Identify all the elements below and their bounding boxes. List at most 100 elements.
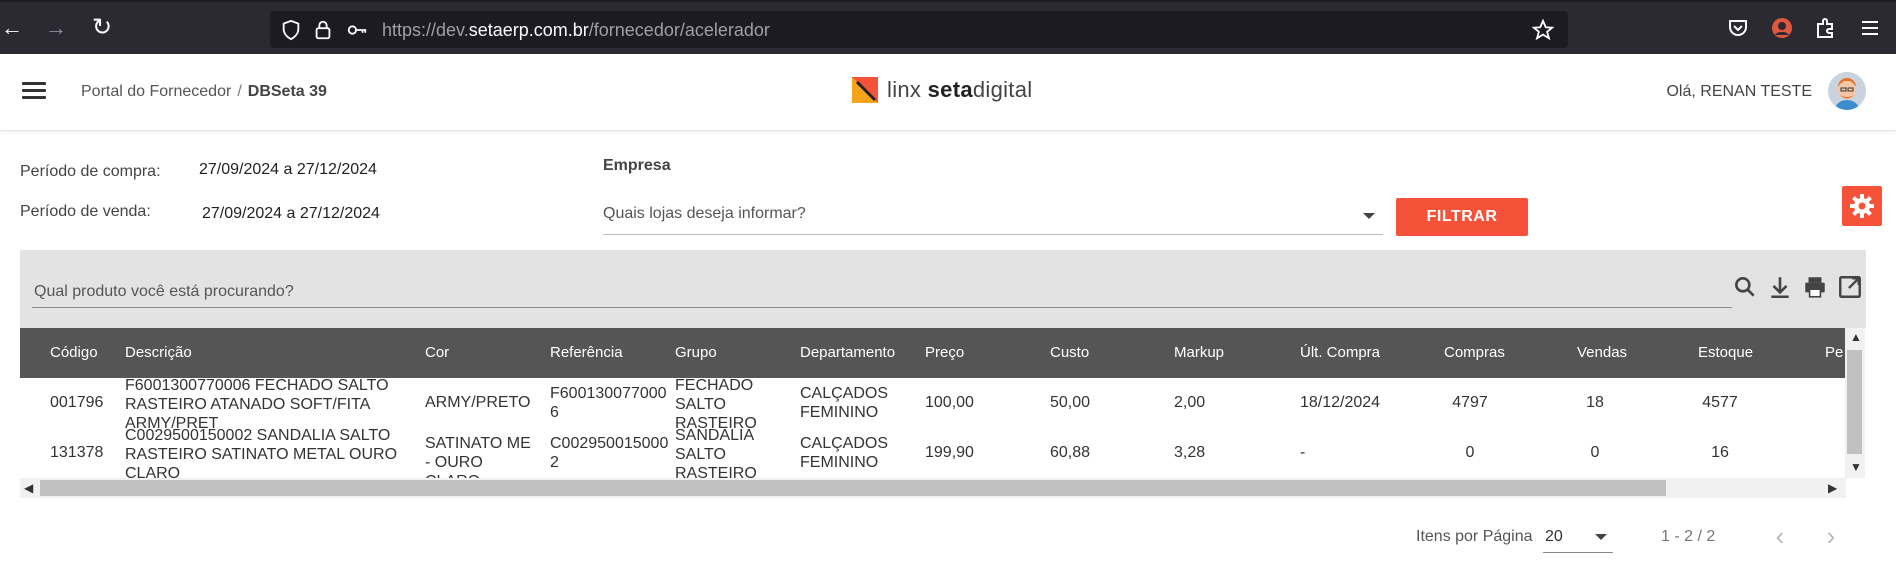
pagination-range: 1 - 2 / 2 [1661,528,1716,545]
column-header[interactable]: Grupo [675,344,717,361]
lock-icon[interactable] [312,19,334,41]
cell-referencia: F600130077000 6 [550,385,667,421]
pocket-icon[interactable] [1726,16,1750,40]
cell-markup: 2,00 [1174,394,1206,411]
cell-descricao: C0029500150002 SANDALIA SALTO RASTEIRO S… [125,427,398,478]
horizontal-scrollbar[interactable]: ◀ ▶ [20,478,1846,498]
open-external-icon[interactable] [1837,274,1863,300]
cell-ult-compra: 18/12/2024 [1300,394,1381,411]
cell-compras: 0 [1465,444,1475,461]
settings-button[interactable] [1842,186,1882,226]
cell-preco: 100,00 [925,394,974,411]
cell-descricao: F6001300770006 FECHADO SALTO RASTEIRO AT… [125,377,389,432]
menu-icon[interactable] [1858,16,1882,40]
breadcrumb-portal[interactable]: Portal do Fornecedor [81,83,231,100]
column-header[interactable]: Compras [1444,344,1505,361]
browser-toolbar: ← → ↻ https://dev.setaerp.com.br/fornece… [0,0,1896,54]
dropdown-arrow-icon [1363,213,1375,219]
app-header: Portal do Fornecedor / DBSeta 39 linx seta… [0,54,1896,131]
table-row[interactable]: 131378 C0029500150002 SANDALIA SALTO RAS… [20,427,1846,478]
items-per-page-value: 20 [1545,528,1563,545]
hamburger-menu-icon[interactable] [22,82,46,100]
purchase-period-value[interactable]: 27/09/2024 a 27/12/2024 [199,161,377,179]
breadcrumb-separator: / [237,83,242,100]
user-avatar-icon [1828,72,1866,110]
breadcrumb-current: DBSeta 39 [247,83,327,100]
column-header[interactable]: Cor [425,344,449,361]
column-header[interactable]: Código [50,344,98,361]
gear-icon [1850,194,1874,218]
scroll-left-icon[interactable]: ◀ [24,481,33,495]
next-page-icon[interactable]: › [1817,522,1845,550]
company-label: Empresa [603,157,671,174]
products-table: Código Descrição Cor Referência Grupo De… [20,328,1846,478]
user-greeting: Olá, RENAN TESTE [1666,83,1812,100]
reload-icon[interactable]: ↻ [90,16,114,40]
column-header[interactable]: Markup [1174,344,1224,361]
address-bar[interactable]: https://dev.setaerp.com.br/fornecedor/ac… [270,11,1568,48]
column-header[interactable]: Estoque [1698,344,1753,361]
cell-cor: SATINATO ME - OURO CLARO [425,435,531,478]
cell-compras: 4797 [1452,394,1488,411]
sale-period-value[interactable]: 27/09/2024 a 27/12/2024 [202,205,380,223]
column-header[interactable]: Descrição [125,344,192,361]
forward-icon[interactable]: → [44,16,68,40]
cell-estoque: 16 [1711,444,1729,461]
cell-departamento: CALÇADOS FEMININO [800,385,889,421]
cell-grupo: FECHADO SALTO RASTEIRO [675,377,757,432]
column-header[interactable]: Referência [550,344,623,361]
dropdown-arrow-icon [1595,534,1607,540]
column-header[interactable]: Preço [925,344,964,361]
scroll-up-icon[interactable]: ▲ [1850,330,1862,344]
extensions-icon[interactable] [1814,16,1838,40]
vertical-scroll-thumb[interactable] [1847,350,1862,454]
column-header[interactable]: Custo [1050,344,1089,361]
column-header[interactable]: Pe [1825,344,1843,361]
cell-grupo: SANDALIA SALTO RASTEIRO [675,427,757,478]
key-icon[interactable] [346,19,368,41]
cell-codigo: 001796 [50,394,104,411]
column-header[interactable]: Últ. Compra [1300,344,1380,361]
cell-ult-compra: - [1300,444,1306,461]
logo-text: linx setadigital [887,77,1033,102]
scroll-down-icon[interactable]: ▼ [1850,460,1862,474]
stores-select-placeholder: Quais lojas deseja informar? [603,205,806,222]
cell-vendas: 18 [1586,394,1604,411]
avatar[interactable] [1828,72,1866,110]
stores-select[interactable]: Quais lojas deseja informar? [603,197,1383,235]
account-icon[interactable] [1770,16,1794,40]
product-search-panel [20,250,1866,328]
breadcrumb: Portal do Fornecedor / DBSeta 39 [81,83,327,101]
horizontal-scroll-thumb[interactable] [40,480,1666,496]
table-row[interactable]: 001796 F6001300770006 FECHADO SALTO RAST… [20,377,1846,432]
items-per-page-select[interactable]: 20 [1543,524,1613,553]
cell-custo: 50,00 [1050,394,1091,411]
items-per-page-label: Itens por Página [1416,528,1533,545]
search-icon[interactable] [1732,274,1758,300]
back-icon[interactable]: ← [0,16,24,40]
shield-icon[interactable] [280,19,302,41]
cell-cor: ARMY/PRETO [425,394,531,411]
cell-referencia: C002950015000 2 [550,435,669,471]
cell-vendas: 0 [1590,444,1600,461]
bookmark-star-icon[interactable] [1532,19,1554,41]
cell-departamento: CALÇADOS FEMININO [800,435,889,471]
purchase-period-label: Período de compra: [20,163,161,180]
column-header[interactable]: Departamento [800,344,895,361]
download-icon[interactable] [1767,274,1793,300]
print-icon[interactable] [1802,274,1828,300]
url-text[interactable]: https://dev.setaerp.com.br/fornecedor/ac… [382,20,770,41]
cell-estoque: 4577 [1702,394,1738,411]
product-search-input[interactable] [32,277,1732,308]
previous-page-icon[interactable]: ‹ [1766,522,1794,550]
table-header: Código Descrição Cor Referência Grupo De… [20,328,1846,378]
logo-mark-icon [852,77,878,103]
cell-preco: 199,90 [925,444,974,461]
cell-markup: 3,28 [1174,444,1206,461]
filter-button[interactable]: FILTRAR [1396,198,1528,236]
vertical-scrollbar[interactable]: ▲ ▼ [1845,328,1865,478]
scroll-right-icon[interactable]: ▶ [1828,481,1837,495]
cell-custo: 60,88 [1050,444,1091,461]
cell-codigo: 131378 [50,444,104,461]
column-header[interactable]: Vendas [1577,344,1627,361]
